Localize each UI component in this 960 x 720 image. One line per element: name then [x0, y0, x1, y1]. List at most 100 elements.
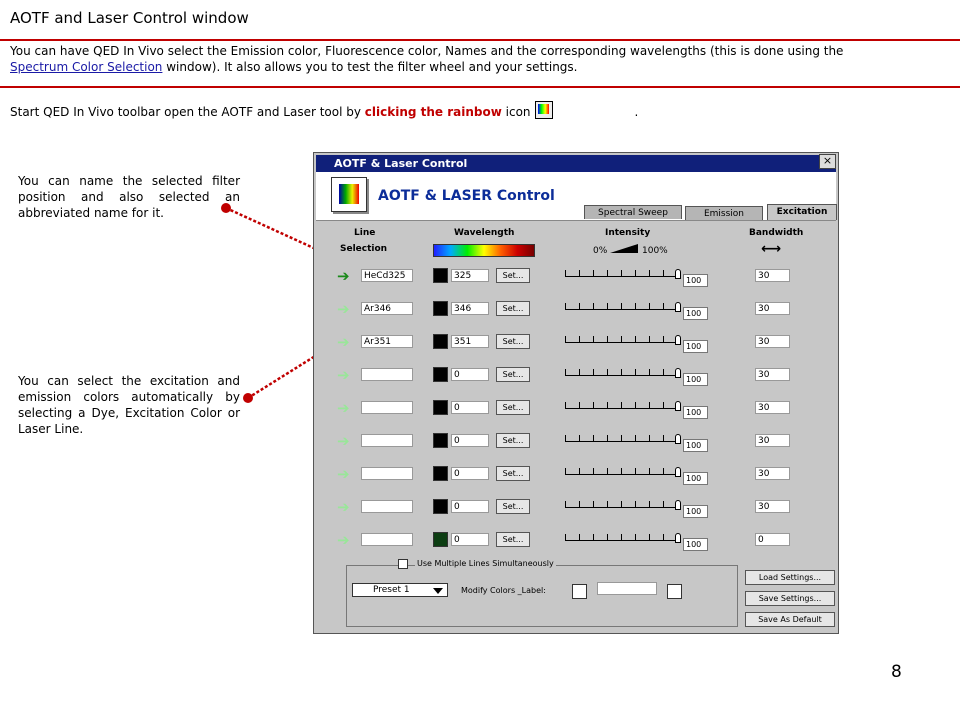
row-select-arrow-icon[interactable]: ➔ — [337, 335, 350, 350]
set-button[interactable]: Set... — [496, 268, 530, 283]
intensity-value[interactable]: 100 — [683, 406, 708, 419]
color-swatch[interactable] — [433, 268, 448, 283]
close-icon[interactable]: × — [819, 154, 836, 169]
intensity-value[interactable]: 100 — [683, 373, 708, 386]
bandwidth-field[interactable]: 30 — [755, 401, 790, 414]
slider-thumb[interactable] — [675, 500, 681, 510]
wavelength-field[interactable]: 325 — [451, 269, 489, 282]
intensity-slider[interactable] — [565, 399, 681, 411]
row-select-arrow-icon[interactable]: ➔ — [337, 467, 350, 482]
intensity-value[interactable]: 100 — [683, 340, 708, 353]
intensity-value[interactable]: 100 — [683, 439, 708, 452]
bandwidth-field[interactable]: 30 — [755, 368, 790, 381]
intensity-slider[interactable] — [565, 498, 681, 510]
intensity-slider[interactable] — [565, 333, 681, 345]
bandwidth-field[interactable]: 0 — [755, 533, 790, 546]
tab-emission[interactable]: Emission — [685, 206, 763, 220]
slider-thumb[interactable] — [675, 467, 681, 477]
wavelength-field[interactable]: 351 — [451, 335, 489, 348]
slider-thumb[interactable] — [675, 368, 681, 378]
set-button[interactable]: Set... — [496, 367, 530, 382]
row-select-arrow-icon[interactable]: ➔ — [337, 533, 350, 548]
slider-thumb[interactable] — [675, 434, 681, 444]
color-swatch[interactable] — [433, 466, 448, 481]
slider-thumb[interactable] — [675, 269, 681, 279]
line-name-field[interactable]: HeCd325 — [361, 269, 413, 282]
row-select-arrow-icon[interactable]: ➔ — [337, 500, 350, 515]
wavelength-field[interactable]: 0 — [451, 533, 489, 546]
intensity-value[interactable]: 100 — [683, 505, 708, 518]
set-button[interactable]: Set... — [496, 400, 530, 415]
color-box-2[interactable] — [667, 584, 682, 599]
wavelength-field[interactable]: 0 — [451, 500, 489, 513]
intensity-slider[interactable] — [565, 531, 681, 543]
wavelength-field[interactable]: 0 — [451, 434, 489, 447]
line-name-field[interactable] — [361, 467, 413, 480]
intensity-slider[interactable] — [565, 300, 681, 312]
slider-thumb[interactable] — [675, 335, 681, 345]
set-button[interactable]: Set... — [496, 334, 530, 349]
label-input[interactable] — [597, 582, 657, 595]
window-titlebar[interactable]: AOTF & Laser Control — [316, 155, 836, 172]
color-swatch[interactable] — [433, 301, 448, 316]
save-as-default-button[interactable]: Save As Default — [745, 612, 835, 627]
color-swatch[interactable] — [433, 367, 448, 382]
color-box-1[interactable] — [572, 584, 587, 599]
preset-select[interactable]: Preset 1 — [352, 583, 448, 597]
col-head-selection: Selection — [340, 244, 388, 254]
slider-thumb[interactable] — [675, 302, 681, 312]
intensity-value[interactable]: 100 — [683, 538, 708, 551]
tab-spectral-sweep[interactable]: Spectral Sweep — [584, 205, 682, 219]
set-button[interactable]: Set... — [496, 532, 530, 547]
line-name-field[interactable]: Ar351 — [361, 335, 413, 348]
color-swatch[interactable] — [433, 532, 448, 547]
intensity-slider[interactable] — [565, 267, 681, 279]
set-button[interactable]: Set... — [496, 301, 530, 316]
intensity-value[interactable]: 100 — [683, 472, 708, 485]
bandwidth-arrow-icon: ⟷ — [761, 241, 782, 257]
line-name-field[interactable]: Ar346 — [361, 302, 413, 315]
intensity-slider[interactable] — [565, 432, 681, 444]
load-settings-button[interactable]: Load Settings... — [745, 570, 835, 585]
wavelength-field[interactable]: 346 — [451, 302, 489, 315]
intensity-slider[interactable] — [565, 366, 681, 378]
bandwidth-field[interactable]: 30 — [755, 302, 790, 315]
row-select-arrow-icon[interactable]: ➔ — [337, 401, 350, 416]
modify-colors-label: Modify Colors _Label: — [461, 586, 546, 595]
line-name-field[interactable] — [361, 434, 413, 447]
set-button[interactable]: Set... — [496, 433, 530, 448]
row-select-arrow-icon[interactable]: ➔ — [337, 269, 350, 284]
bandwidth-field[interactable]: 30 — [755, 434, 790, 447]
intensity-value[interactable]: 100 — [683, 307, 708, 320]
line-name-field[interactable] — [361, 533, 413, 546]
color-swatch[interactable] — [433, 334, 448, 349]
wavelength-field[interactable]: 0 — [451, 467, 489, 480]
row-select-arrow-icon[interactable]: ➔ — [337, 368, 350, 383]
color-swatch[interactable] — [433, 499, 448, 514]
line-name-field[interactable] — [361, 401, 413, 414]
set-button[interactable]: Set... — [496, 466, 530, 481]
line-name-field[interactable] — [361, 368, 413, 381]
wavelength-field[interactable]: 0 — [451, 401, 489, 414]
wavelength-field[interactable]: 0 — [451, 368, 489, 381]
bandwidth-field[interactable]: 30 — [755, 335, 790, 348]
tab-excitation[interactable]: Excitation — [767, 204, 837, 220]
callout-dot-excitation-start — [243, 393, 253, 403]
bandwidth-field[interactable]: 30 — [755, 500, 790, 513]
row-select-arrow-icon[interactable]: ➔ — [337, 302, 350, 317]
color-swatch[interactable] — [433, 400, 448, 415]
multiple-lines-label: Use Multiple Lines Simultaneously — [415, 559, 556, 568]
intensity-value[interactable]: 100 — [683, 274, 708, 287]
color-swatch[interactable] — [433, 433, 448, 448]
multiple-lines-checkbox[interactable] — [398, 559, 408, 569]
save-settings-button[interactable]: Save Settings... — [745, 591, 835, 606]
line-name-field[interactable] — [361, 500, 413, 513]
set-button[interactable]: Set... — [496, 499, 530, 514]
slider-thumb[interactable] — [675, 533, 681, 543]
chevron-down-icon — [433, 588, 443, 594]
slider-thumb[interactable] — [675, 401, 681, 411]
row-select-arrow-icon[interactable]: ➔ — [337, 434, 350, 449]
bandwidth-field[interactable]: 30 — [755, 269, 790, 282]
bandwidth-field[interactable]: 30 — [755, 467, 790, 480]
intensity-slider[interactable] — [565, 465, 681, 477]
